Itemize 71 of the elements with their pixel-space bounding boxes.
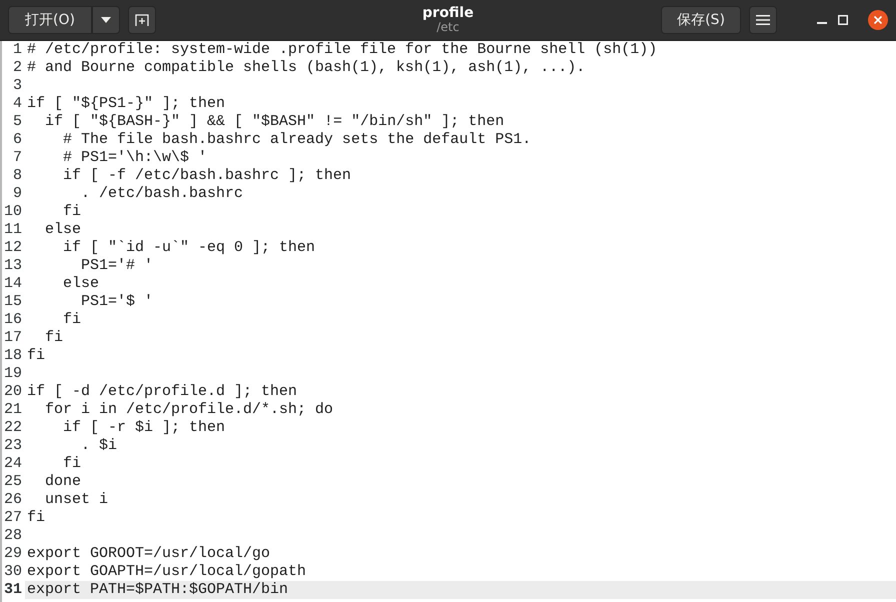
line-number: 9 <box>12 185 23 203</box>
line-number: 2 <box>12 59 23 77</box>
line-number: 5 <box>12 113 23 131</box>
line-number: 21 <box>2 401 23 419</box>
caret-icon <box>101 17 111 23</box>
code-line: done <box>45 473 82 490</box>
code-line: PS1='# ' <box>81 257 154 274</box>
code-line: export GOAPTH=/usr/local/gopath <box>27 563 306 580</box>
code-line: export GOROOT=/usr/local/go <box>27 545 270 562</box>
window-subtitle: /etc <box>436 21 460 34</box>
code-line: if [ "${BASH-}" ] && [ "$BASH" != "/bin/sh" ]; then <box>45 113 504 130</box>
code-line: PS1='$ ' <box>81 293 154 310</box>
line-number: 17 <box>2 329 23 347</box>
code-line: . $i <box>81 437 118 454</box>
line-number: 19 <box>2 365 23 383</box>
code-line: fi <box>63 203 82 220</box>
line-number: 23 <box>2 437 23 455</box>
line-number: 15 <box>2 293 23 311</box>
line-number: 13 <box>2 257 23 275</box>
close-icon[interactable] <box>868 10 888 30</box>
line-number: 1 <box>12 41 23 59</box>
maximize-icon[interactable] <box>838 15 848 25</box>
code-line: # /etc/profile: system-wide .profile file for the Bourne shell (sh(1)) <box>27 41 658 58</box>
line-number: 28 <box>2 527 23 545</box>
line-number: 31 <box>2 581 23 599</box>
code-line: # The file bash.bashrc already sets the default PS1. <box>63 131 532 148</box>
line-number: 16 <box>2 311 23 329</box>
code-line: if [ "${PS1-}" ]; then <box>27 95 226 112</box>
line-number: 3 <box>12 77 23 95</box>
line-number: 25 <box>2 473 23 491</box>
line-number: 7 <box>12 149 23 167</box>
code-line: fi <box>45 329 64 346</box>
line-number: 22 <box>2 419 23 437</box>
line-number: 18 <box>2 347 23 365</box>
window-title: profile <box>422 6 474 22</box>
line-number: 30 <box>2 563 23 581</box>
line-number: 29 <box>2 545 23 563</box>
code-line: fi <box>27 509 46 526</box>
line-number: 4 <box>12 95 23 113</box>
open-button[interactable]: 打开(O) <box>8 6 92 34</box>
menu-button[interactable] <box>749 6 777 34</box>
new-tab-button[interactable] <box>128 6 156 34</box>
plus-box-icon <box>135 14 149 26</box>
code-line: # and Bourne compatible shells (bash(1), ksh(1), ash(1), ...). <box>27 59 586 76</box>
line-number: 10 <box>2 203 23 221</box>
line-number: 24 <box>2 455 23 473</box>
line-number: 20 <box>2 383 23 401</box>
line-number: 12 <box>2 239 23 257</box>
code-line: for i in /etc/profile.d/*.sh; do <box>45 401 334 418</box>
line-number: 8 <box>12 167 23 185</box>
code-line: fi <box>63 455 82 472</box>
code-line: # PS1='\h:\w\$ ' <box>63 149 208 166</box>
line-number: 11 <box>2 221 23 239</box>
code-line: else <box>45 221 82 238</box>
code-line: fi <box>63 311 82 328</box>
line-number: 27 <box>2 509 23 527</box>
line-number: 14 <box>2 275 23 293</box>
code-line: export PATH=$PATH:$GOPATH/bin <box>27 581 288 598</box>
code-line: unset i <box>45 491 108 508</box>
code-line: else <box>63 275 100 292</box>
code-line: if [ -r $i ]; then <box>63 419 226 436</box>
line-number: 6 <box>12 131 23 149</box>
code-line: if [ -d /etc/profile.d ]; then <box>27 383 298 400</box>
code-line: if [ -f /etc/bash.bashrc ]; then <box>63 167 352 184</box>
code-line: if [ "`id -u`" -eq 0 ]; then <box>63 239 316 256</box>
line-number: 26 <box>2 491 23 509</box>
code-line: . /etc/bash.bashrc <box>81 185 244 202</box>
code-line: fi <box>27 347 46 364</box>
menu-icon <box>756 15 770 25</box>
save-button[interactable]: 保存(S) <box>661 6 741 34</box>
dropdown-button[interactable] <box>92 6 120 34</box>
